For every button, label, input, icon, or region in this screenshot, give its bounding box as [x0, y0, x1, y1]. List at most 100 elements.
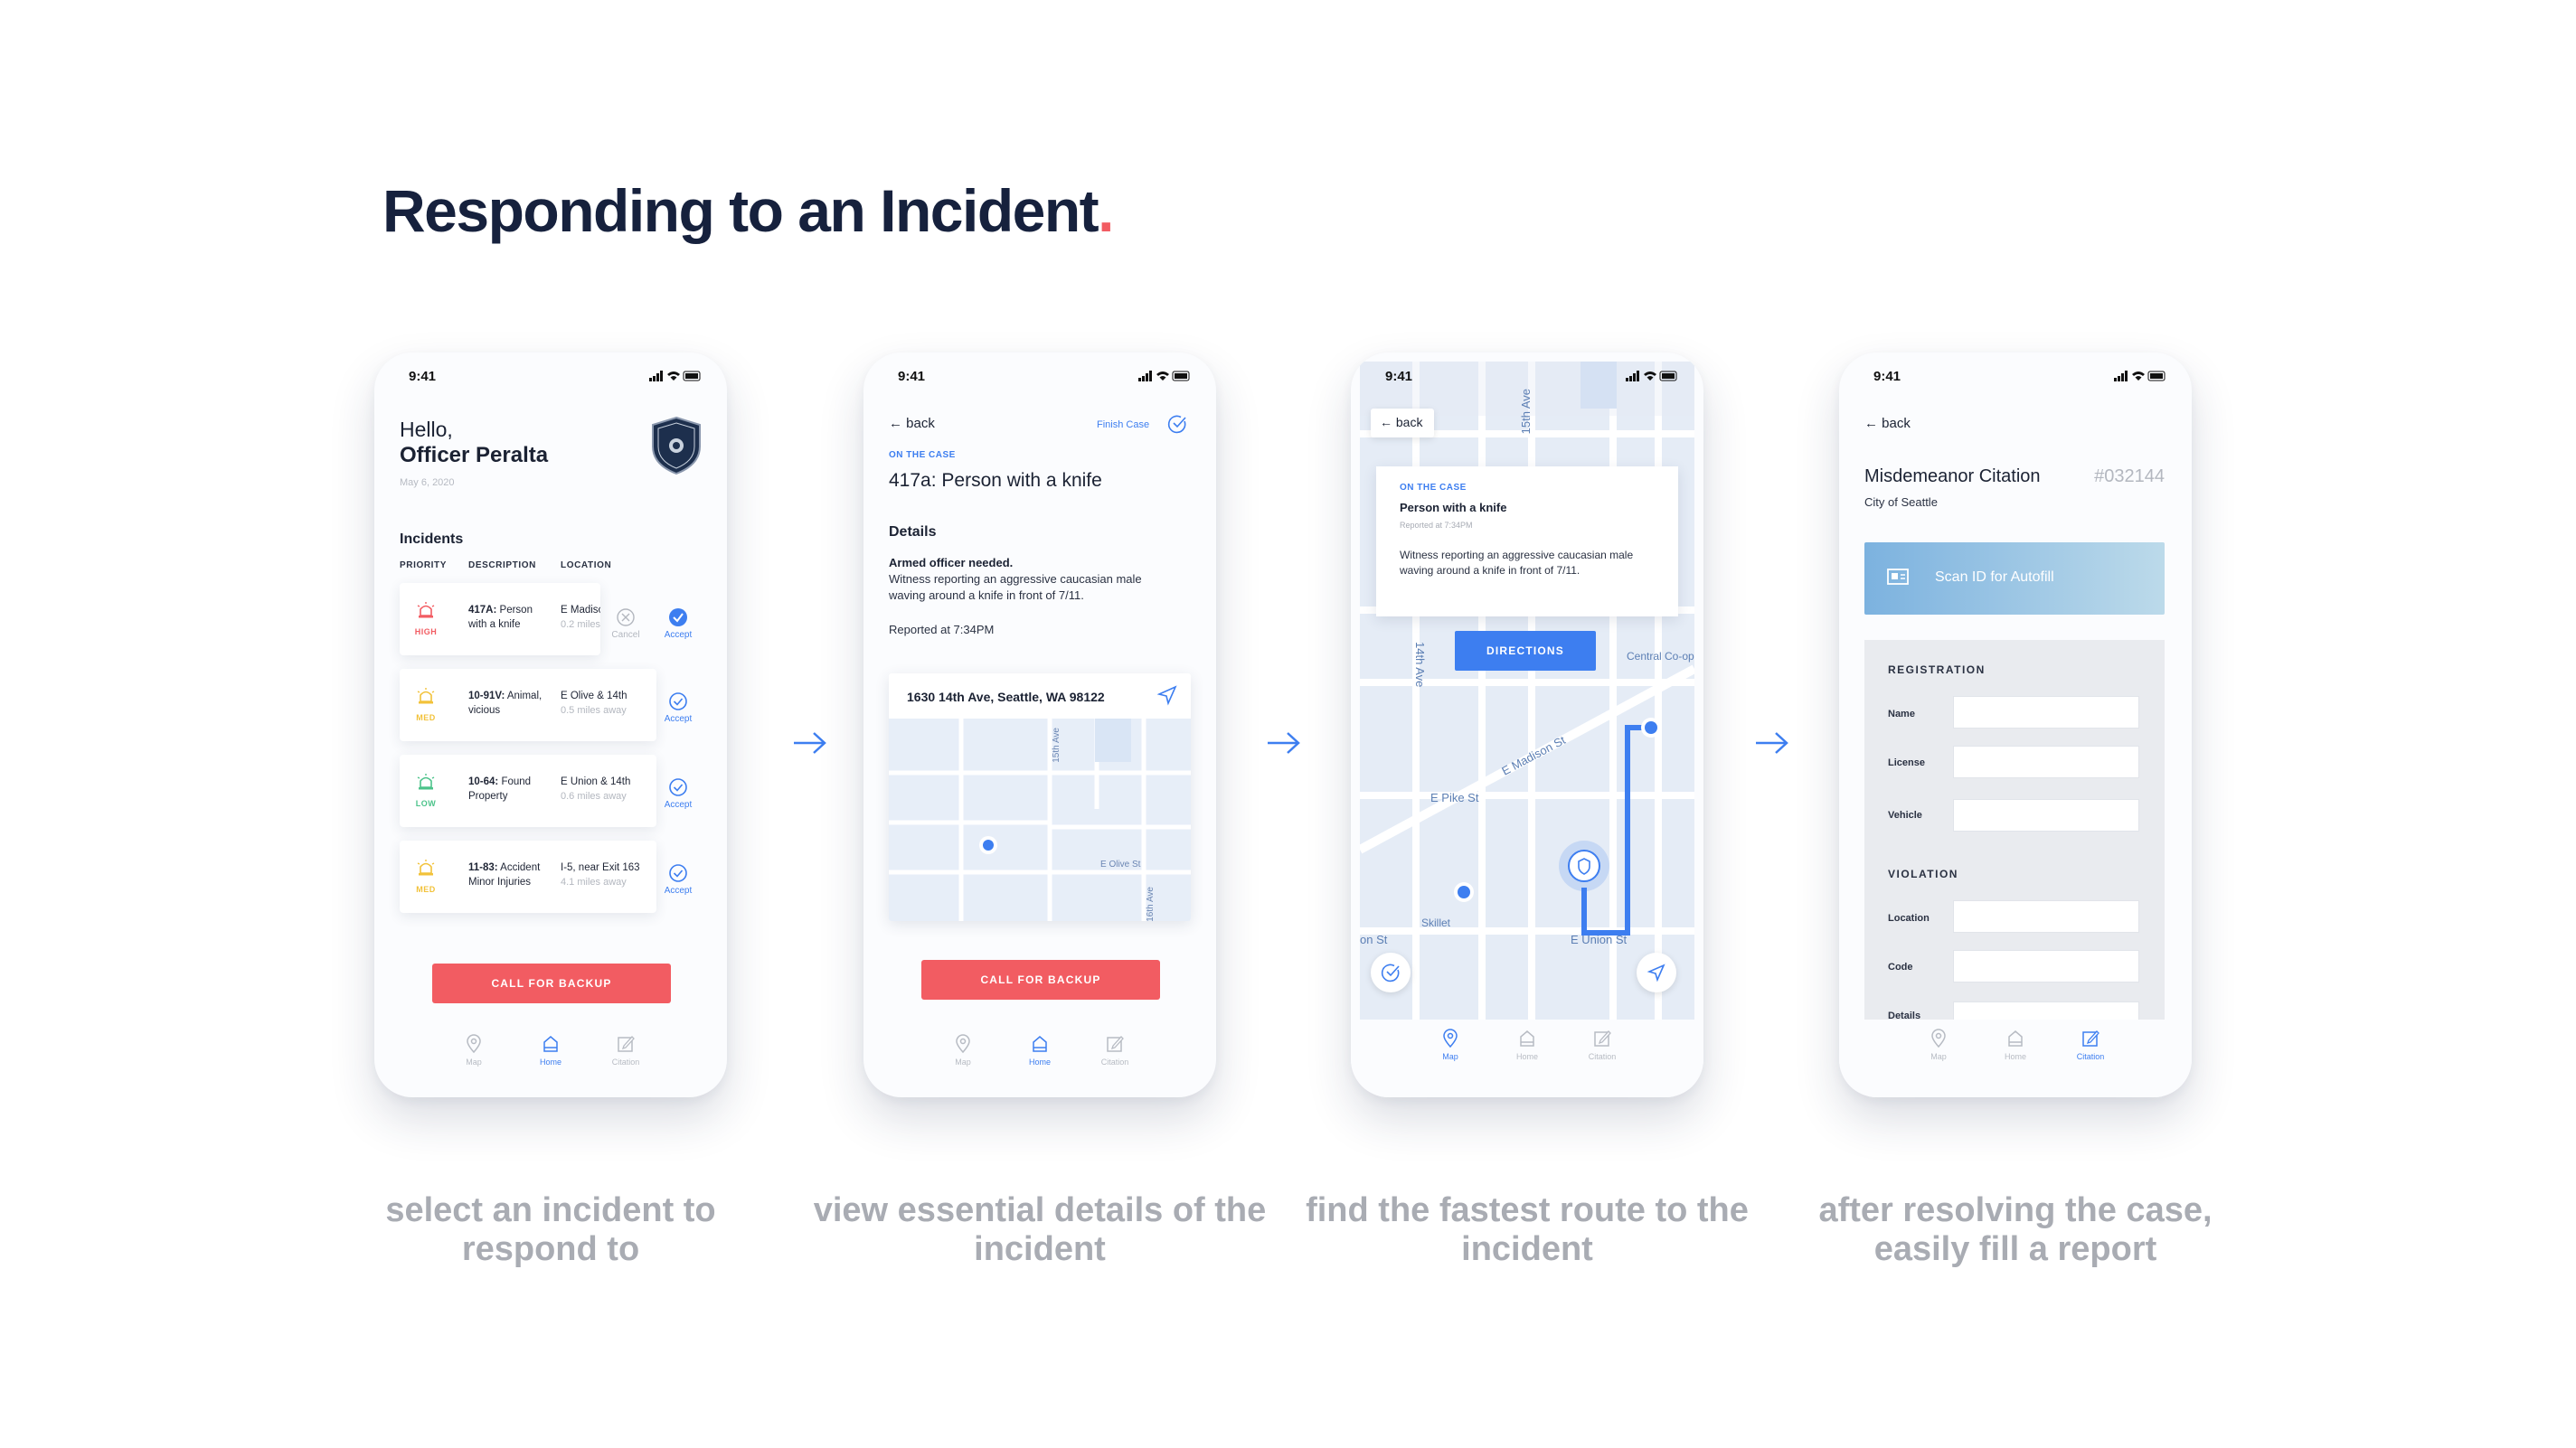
field-label-code: Code: [1888, 962, 1913, 973]
recenter-button[interactable]: [1637, 953, 1676, 992]
tab-map[interactable]: Map: [936, 1034, 990, 1067]
priority-label: HIGH: [414, 627, 438, 636]
home-icon: [1033, 1036, 1047, 1052]
status-bar: 9:41: [1839, 353, 2192, 398]
tab-citation[interactable]: Citation: [599, 1034, 653, 1067]
tab-home[interactable]: Home: [1013, 1034, 1067, 1067]
incident-description: 10-91V: Animal, vicious: [468, 691, 543, 716]
police-badge-icon: [652, 416, 701, 475]
edit-icon: [618, 1036, 635, 1052]
route-map[interactable]: 15th Ave 14th Ave Central Co-op E Madiso…: [1360, 362, 1694, 1021]
case-body: Witness reporting an aggressive caucasia…: [1400, 549, 1634, 577]
priority-label: LOW: [415, 799, 437, 808]
tab-bar: Map Home Citation: [1839, 1020, 2192, 1097]
name-field[interactable]: [1953, 696, 2139, 729]
reported-time: Reported at 7:34PM: [1400, 521, 1473, 530]
map-pin-icon: [467, 1034, 481, 1054]
finish-case-icon[interactable]: [1167, 414, 1187, 434]
priority-label: MED: [416, 713, 436, 722]
scan-id-button[interactable]: Scan ID for Autofill: [1864, 542, 2165, 615]
arrow-right-icon: [1756, 732, 1788, 754]
edit-icon: [1107, 1036, 1124, 1052]
tab-citation[interactable]: Citation: [2063, 1029, 2118, 1061]
details-bold: Armed officer needed.: [889, 556, 1014, 569]
priority-indicator: MED: [412, 687, 439, 722]
officer-name: Officer Peralta: [400, 443, 549, 467]
tab-citation[interactable]: Citation: [1575, 1029, 1629, 1061]
status-bar: 9:41: [1351, 353, 1703, 398]
page-title: Responding to an Incident.: [382, 177, 1114, 244]
details-title: Details: [889, 524, 937, 540]
back-button[interactable]: ← back: [1371, 409, 1434, 437]
status-icons: [2114, 371, 2166, 381]
phone-route-map: 15th Ave 14th Ave Central Co-op E Madiso…: [1351, 353, 1703, 1097]
tab-bar: Map Home Citation: [1351, 1020, 1703, 1097]
address-card[interactable]: 1630 14th Ave, Seattle, WA 98122 15th Av…: [889, 673, 1191, 921]
reported-time: Reported at 7:34PM: [889, 623, 995, 636]
incident-description: 10-64: Found Property: [468, 776, 532, 802]
status-time: 9:41: [1873, 369, 1901, 384]
call-for-backup-button[interactable]: CALL FOR BACKUP: [432, 964, 671, 1003]
cancel-button[interactable]: Cancel: [606, 607, 646, 640]
caption-step-3: find the fastest route to the incident: [1306, 1191, 1749, 1268]
priority-indicator: LOW: [412, 773, 439, 808]
field-label-location: Location: [1888, 913, 1930, 924]
check-circle-icon: [669, 692, 687, 710]
street-skillet: Skillet: [1421, 917, 1451, 929]
tab-citation[interactable]: Citation: [1088, 1034, 1142, 1067]
city-label: City of Seattle: [1864, 495, 1938, 509]
street-14th: 14th Ave: [1413, 642, 1427, 687]
location-field[interactable]: [1953, 900, 2139, 933]
finish-case-button[interactable]: [1371, 953, 1411, 992]
arrow-right-icon: [1268, 732, 1300, 754]
tab-map[interactable]: Map: [447, 1034, 501, 1067]
cancel-icon: [617, 608, 635, 626]
directions-button[interactable]: DIRECTIONS: [1455, 631, 1596, 671]
siren-icon: [417, 860, 435, 876]
arrow-right-icon: [794, 732, 826, 754]
back-link[interactable]: ← back: [1864, 416, 1911, 431]
tab-map[interactable]: Map: [1911, 1029, 1966, 1061]
map-label-15th: 15th Ave: [1052, 728, 1062, 763]
tab-home[interactable]: Home: [524, 1034, 578, 1067]
caption-step-4: after resolving the case, easily fill a …: [1818, 1191, 2213, 1268]
tab-map[interactable]: Map: [1423, 1029, 1477, 1061]
tab-home[interactable]: Home: [1988, 1029, 2043, 1061]
code-field[interactable]: [1953, 950, 2139, 983]
navigation-icon[interactable]: [1156, 684, 1178, 706]
navigation-icon: [1647, 964, 1665, 983]
incident-description: 417A: Person with a knife: [468, 605, 533, 630]
tab-home[interactable]: Home: [1500, 1029, 1554, 1061]
accept-button[interactable]: Accept: [658, 777, 698, 810]
home-icon: [1520, 1030, 1534, 1047]
case-card: ON THE CASE Person with a knife Reported…: [1376, 466, 1678, 616]
edit-icon: [2082, 1030, 2099, 1047]
incident-row[interactable]: HIGH 417A: Person with a knife E Madison…: [400, 583, 600, 655]
back-link[interactable]: ← back: [889, 416, 935, 431]
phone-incident-list: 9:41 Hello, Officer Peralta May 6, 2020 …: [374, 353, 727, 1097]
incident-location: I-5, near Exit 163 4.1 miles away: [561, 862, 640, 888]
map-label-16th: 16th Ave: [1146, 887, 1156, 921]
phone-incident-details: 9:41 ← back Finish Case ON THE CASE 417a…: [863, 353, 1216, 1097]
status-bar: 9:41: [374, 353, 727, 398]
call-for-backup-button[interactable]: CALL FOR BACKUP: [921, 960, 1160, 1000]
citation-number: #032144: [2094, 466, 2165, 486]
accept-button[interactable]: Accept: [658, 691, 698, 724]
field-label-license: License: [1888, 757, 1925, 768]
license-field[interactable]: [1953, 746, 2139, 778]
finish-case-link[interactable]: Finish Case: [1097, 419, 1149, 430]
accept-button[interactable]: Accept: [658, 607, 698, 640]
incident-row[interactable]: MED 11-83: Accident Minor Injuries I-5, …: [400, 841, 656, 913]
check-circle-icon: [669, 778, 687, 796]
check-circle-icon: [669, 608, 687, 626]
incident-row[interactable]: LOW 10-64: Found Property E Union & 14th…: [400, 755, 656, 827]
address-text: 1630 14th Ave, Seattle, WA 98122: [907, 690, 1105, 704]
registration-heading: REGISTRATION: [1888, 663, 1986, 676]
street-central: Central Co-op: [1627, 650, 1694, 663]
header-location: LOCATION: [561, 560, 612, 570]
accept-button[interactable]: Accept: [658, 863, 698, 896]
mini-map[interactable]: 15th Ave E Olive St 16th Ave: [889, 719, 1191, 921]
siren-icon: [417, 688, 435, 704]
incident-row[interactable]: MED 10-91V: Animal, vicious E Olive & 14…: [400, 669, 656, 741]
vehicle-field[interactable]: [1953, 799, 2139, 832]
